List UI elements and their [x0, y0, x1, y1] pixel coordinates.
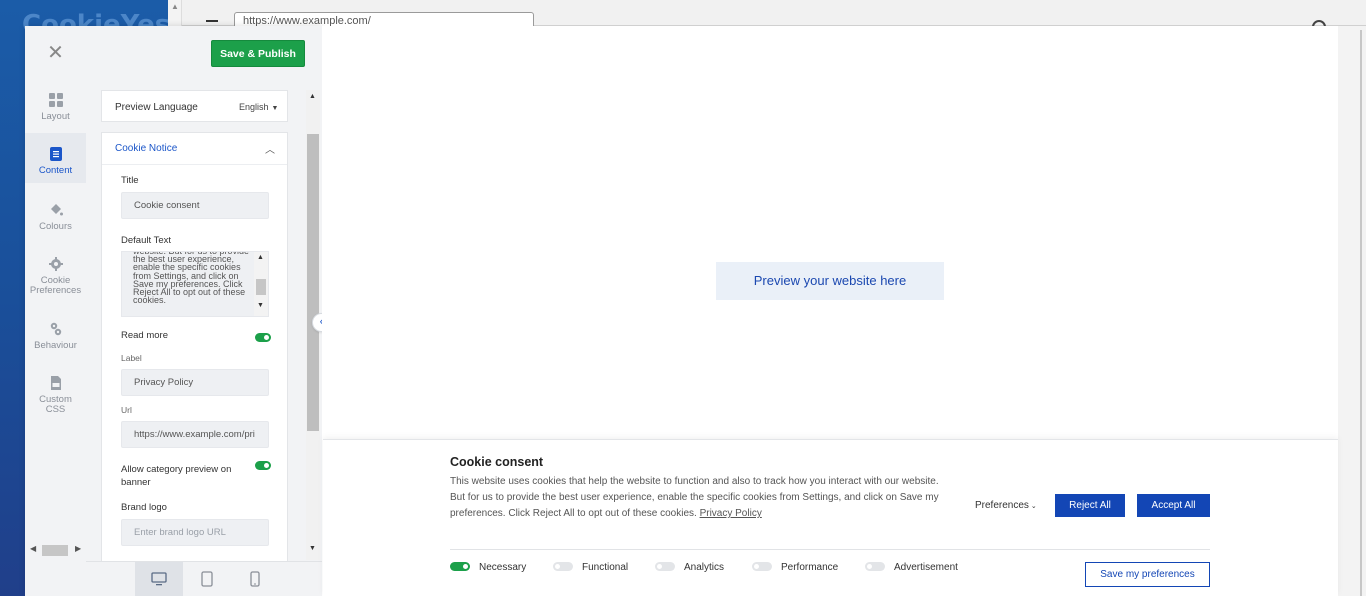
url-field-label: Url: [121, 405, 132, 415]
banner-title: Cookie consent: [450, 455, 544, 469]
rail-item-colours[interactable]: Colours: [25, 203, 86, 233]
category-preview-label: Allow category preview on banner: [121, 464, 232, 488]
default-text-label: Default Text: [121, 235, 171, 246]
tablet-icon: [201, 571, 213, 587]
category-preview-toggle[interactable]: [255, 461, 271, 470]
category-toggle[interactable]: [752, 561, 772, 571]
accept-all-button[interactable]: Accept All: [1137, 494, 1210, 517]
cookie-notice-section: Cookie Notice ︿ Title Cookie consent Def…: [101, 132, 288, 561]
reject-all-button[interactable]: Reject All: [1055, 494, 1125, 517]
banner-divider: [450, 549, 1210, 550]
read-more-label: Read more: [121, 330, 168, 341]
css-file-icon: [50, 376, 61, 390]
preview-language-value: English: [239, 102, 269, 112]
rail-item-label: Content: [38, 165, 73, 176]
privacy-policy-link[interactable]: Privacy Policy: [700, 508, 762, 519]
rail-item-label: Layout: [41, 111, 70, 122]
banner-editor-panel: ✕ Layout Content Colours Cookie Preferen…: [25, 26, 322, 596]
default-text-value: website. But for us to provide the best …: [133, 251, 250, 306]
desktop-view-button[interactable]: [135, 562, 183, 596]
category-advertisement[interactable]: Advertisement: [865, 561, 958, 573]
preferences-label: Preferences: [975, 500, 1029, 511]
scroll-thumb[interactable]: [256, 279, 266, 295]
rail-item-label: Custom CSS: [39, 394, 72, 415]
chevron-down-icon: ⌄: [1030, 503, 1037, 510]
banner-description: This website uses cookies that help the …: [450, 474, 940, 522]
read-more-toggle[interactable]: [255, 333, 271, 342]
category-label: Advertisement: [894, 562, 958, 573]
category-label: Functional: [582, 562, 629, 573]
save-publish-button[interactable]: Save & Publish: [211, 40, 305, 67]
preview-language-select[interactable]: English ▼: [239, 102, 278, 112]
scroll-up-arrow-icon[interactable]: ▲: [171, 2, 179, 11]
rail-item-label: Cookie Preferences: [29, 275, 82, 296]
scroll-left-arrow-icon[interactable]: ◀: [30, 544, 36, 553]
label-field-label: Label: [121, 353, 142, 363]
mobile-icon: [250, 571, 260, 587]
title-field-label: Title: [121, 175, 139, 186]
brand-logo-label: Brand logo: [121, 502, 167, 513]
chevron-up-icon[interactable]: ︿: [265, 141, 275, 156]
layout-icon: [48, 93, 63, 107]
rail-horizontal-scrollbar[interactable]: ◀ ▶: [28, 542, 84, 558]
title-input[interactable]: Cookie consent: [121, 192, 269, 219]
rail-item-layout[interactable]: Layout: [25, 86, 86, 130]
scroll-up-arrow-icon[interactable]: ▲: [257, 254, 264, 261]
url-input[interactable]: https://www.example.com/pri: [121, 421, 269, 448]
category-toggle[interactable]: [450, 561, 470, 571]
cookie-notice-header[interactable]: Cookie Notice ︿: [102, 133, 287, 165]
save-preferences-button[interactable]: Save my preferences: [1085, 562, 1210, 587]
scroll-thumb[interactable]: [42, 545, 68, 556]
desktop-icon: [151, 572, 167, 586]
category-analytics[interactable]: Analytics: [655, 561, 725, 573]
editor-icon-rail: ✕ Layout Content Colours Cookie Preferen…: [25, 26, 86, 596]
category-toggle[interactable]: [553, 561, 573, 571]
rail-item-content[interactable]: Content: [25, 133, 86, 183]
rail-item-behaviour[interactable]: Behaviour: [25, 322, 86, 352]
scroll-down-arrow-icon[interactable]: ▼: [309, 545, 316, 552]
behaviour-icon: [50, 322, 61, 336]
category-toggle[interactable]: [655, 561, 675, 571]
content-icon: [49, 147, 62, 161]
chevron-down-icon: ▼: [271, 105, 279, 112]
rail-item-cookie-preferences[interactable]: Cookie Preferences: [25, 257, 86, 297]
category-functional[interactable]: Functional: [553, 561, 629, 573]
banner-description-text: This website uses cookies that help the …: [450, 476, 939, 519]
category-label: Performance: [781, 562, 839, 573]
cookie-banner-preview: Cookie consent This website uses cookies…: [323, 439, 1338, 596]
tablet-view-button[interactable]: [183, 562, 231, 596]
textarea-scrollbar[interactable]: ▲ ▼: [254, 252, 268, 316]
preview-website-placeholder: Preview your website here: [716, 262, 944, 300]
category-necessary[interactable]: Necessary: [450, 561, 527, 573]
preview-language-card: Preview Language English ▼: [101, 90, 288, 122]
scroll-thumb[interactable]: [307, 134, 319, 431]
gear-icon: [48, 257, 63, 271]
default-text-textarea[interactable]: website. But for us to provide the best …: [121, 251, 269, 317]
preview-language-label: Preview Language: [115, 102, 198, 113]
category-label: Necessary: [479, 562, 527, 573]
category-toggle[interactable]: [865, 561, 885, 571]
brand-logo-input[interactable]: Enter brand logo URL: [121, 519, 269, 546]
rail-item-custom-css[interactable]: Custom CSS: [25, 376, 86, 416]
cookie-notice-title: Cookie Notice: [115, 143, 178, 154]
preferences-dropdown[interactable]: Preferences ⌄: [975, 500, 1037, 511]
scroll-down-arrow-icon[interactable]: ▼: [257, 302, 264, 309]
rail-item-label: Colours: [39, 221, 72, 232]
rail-item-label: Behaviour: [34, 340, 77, 351]
device-preview-bar: [86, 561, 322, 596]
mobile-view-button[interactable]: [231, 562, 279, 596]
scroll-up-arrow-icon[interactable]: ▲: [309, 93, 316, 100]
close-icon[interactable]: ✕: [25, 38, 86, 68]
label-input[interactable]: Privacy Policy: [121, 369, 269, 396]
right-scrollbar-track[interactable]: [1360, 30, 1362, 596]
scroll-right-arrow-icon[interactable]: ▶: [75, 544, 81, 553]
category-label: Analytics: [684, 562, 725, 573]
editor-content-area: Save & Publish Preview Language English ▼…: [86, 26, 322, 561]
browser-toolbar: [0, 0, 1366, 26]
category-performance[interactable]: Performance: [752, 561, 839, 573]
paint-bucket-icon: [50, 204, 63, 216]
